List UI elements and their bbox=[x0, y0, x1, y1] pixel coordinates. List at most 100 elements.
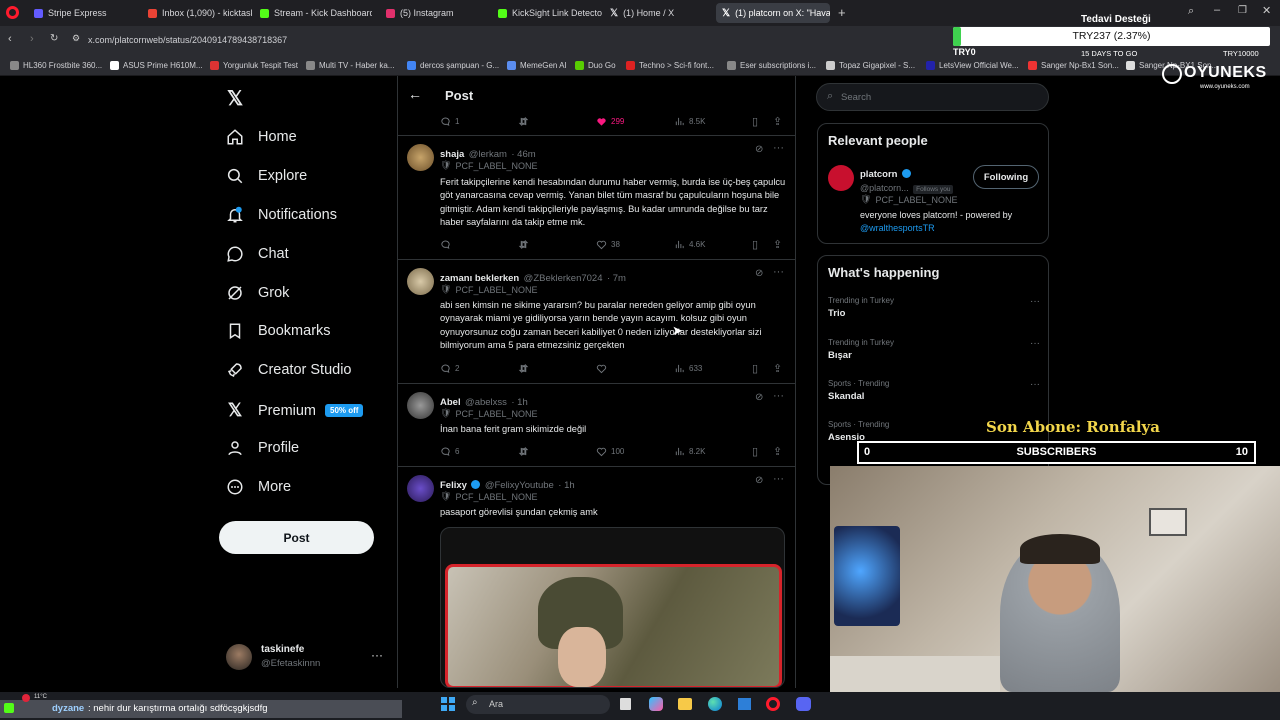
task-view-icon[interactable] bbox=[620, 698, 631, 710]
nav-notifications[interactable]: Notifications bbox=[226, 206, 337, 224]
taskbar-search[interactable]: ⌕ Ara bbox=[466, 695, 610, 714]
reply-action[interactable]: 1 bbox=[440, 116, 459, 127]
grok-icon[interactable]: ⊘ bbox=[755, 392, 763, 403]
share-icon[interactable]: ⇪ bbox=[773, 362, 782, 375]
account-switcher[interactable]: taskinefe @Efetaskinnn ··· bbox=[226, 642, 386, 674]
nav-chat[interactable]: Chat bbox=[226, 245, 289, 263]
bookmark-item[interactable]: Techno > Sci-fi font... bbox=[626, 57, 714, 73]
site-info-icon[interactable]: ⚙ bbox=[72, 33, 80, 44]
discord-icon[interactable] bbox=[796, 697, 811, 711]
grok-icon[interactable]: ⊘ bbox=[755, 268, 763, 279]
edge-icon[interactable] bbox=[708, 697, 722, 711]
more-dots-icon[interactable]: ··· bbox=[773, 390, 784, 402]
trend-item[interactable]: Trending in Turkey Trio ··· bbox=[828, 296, 1040, 326]
opera-logo-icon[interactable] bbox=[6, 6, 19, 19]
bookmark-item[interactable]: ASUS Prime H610M... bbox=[110, 57, 203, 73]
trend-item[interactable]: Trending in Turkey Bışar ··· bbox=[828, 338, 1040, 368]
reply-action[interactable]: 2 bbox=[440, 363, 459, 374]
nav-bookmarks[interactable]: Bookmarks bbox=[226, 322, 331, 340]
bookmark-item[interactable]: HL360 Frostbite 360... bbox=[10, 57, 102, 73]
reply-action[interactable] bbox=[440, 239, 455, 250]
store-icon[interactable] bbox=[738, 698, 751, 710]
nav-more[interactable]: More bbox=[226, 478, 291, 496]
like-action[interactable]: 38 bbox=[596, 239, 620, 250]
start-button-icon[interactable] bbox=[441, 697, 455, 711]
bookmark-item[interactable]: Eser subscriptions i... bbox=[727, 57, 816, 73]
bookmark-item[interactable]: Multi TV - Haber ka... bbox=[306, 57, 394, 73]
more-dots-icon[interactable]: ··· bbox=[773, 266, 784, 278]
back-arrow-icon[interactable]: ← bbox=[408, 86, 422, 102]
page-title: Post bbox=[445, 88, 474, 103]
avatar bbox=[407, 392, 434, 419]
tab-label: Stream - Kick Dashboard bbox=[274, 8, 372, 18]
more-dots-icon[interactable]: ··· bbox=[773, 473, 784, 485]
person-bio-link[interactable]: @wralthesportsTR bbox=[860, 223, 935, 233]
repost-icon bbox=[518, 446, 529, 456]
views-action[interactable]: 633 bbox=[674, 363, 702, 374]
reply-post[interactable]: Felixy @FelixyYoutube · 1h ⊘ ··· 🛡 PCF_LA… bbox=[397, 467, 796, 688]
share-icon[interactable]: ⇪ bbox=[773, 238, 782, 251]
tab-home-x[interactable]: 𝕏 (1) Home / X bbox=[604, 3, 712, 23]
grok-icon[interactable]: ⊘ bbox=[755, 475, 763, 486]
copilot-icon[interactable] bbox=[649, 697, 663, 711]
post-button[interactable]: Post bbox=[219, 521, 374, 554]
x-logo-icon[interactable]: 𝕏 bbox=[227, 86, 243, 111]
bookmark-action-icon[interactable]: ▯ bbox=[752, 115, 758, 128]
more-dots-icon[interactable]: ··· bbox=[773, 142, 784, 154]
views-action[interactable]: 8.2K bbox=[674, 446, 705, 457]
nav-explore[interactable]: Explore bbox=[226, 167, 307, 185]
repost-icon bbox=[518, 239, 529, 249]
search-bar[interactable]: ⌕ Search bbox=[816, 83, 1049, 111]
avatar[interactable] bbox=[828, 165, 854, 191]
repost-action[interactable] bbox=[518, 239, 529, 250]
avatar bbox=[407, 268, 434, 295]
like-action[interactable] bbox=[596, 363, 611, 374]
opera-taskbar-icon[interactable] bbox=[766, 697, 780, 711]
nav-premium[interactable]: 𝕏 Premium 50% off bbox=[226, 400, 364, 421]
tab-stripe[interactable]: Stripe Express bbox=[28, 3, 140, 23]
repost-action[interactable] bbox=[518, 116, 529, 127]
bookmark-action-icon[interactable]: ▯ bbox=[752, 238, 758, 251]
bookmark-action-icon[interactable]: ▯ bbox=[752, 362, 758, 375]
file-explorer-icon[interactable] bbox=[678, 698, 692, 710]
trend-item[interactable]: Sports · Trending Skandal ··· bbox=[828, 379, 1040, 409]
tab-instagram[interactable]: (5) Instagram bbox=[380, 3, 490, 23]
nav-home[interactable]: Home bbox=[226, 128, 297, 146]
nav-grok[interactable]: Grok bbox=[226, 284, 289, 302]
more-dots-icon[interactable]: ··· bbox=[1030, 379, 1040, 390]
bookmark-item[interactable]: dercos şampuan - G... bbox=[407, 57, 499, 73]
like-action[interactable]: 100 bbox=[596, 446, 624, 457]
repost-action[interactable] bbox=[518, 363, 529, 374]
tab-kick-dashboard[interactable]: Stream - Kick Dashboard bbox=[254, 3, 372, 23]
share-icon[interactable]: ⇪ bbox=[773, 445, 782, 458]
like-action[interactable]: 299 bbox=[596, 116, 624, 127]
views-action[interactable]: 8.5K bbox=[674, 116, 705, 127]
bookmark-label: Techno > Sci-fi font... bbox=[639, 60, 714, 70]
reply-action[interactable]: 6 bbox=[440, 446, 459, 457]
bookmark-action-icon[interactable]: ▯ bbox=[752, 445, 758, 458]
post-media[interactable] bbox=[440, 527, 785, 688]
repost-action[interactable] bbox=[518, 446, 529, 457]
forward-icon[interactable]: › bbox=[30, 33, 34, 45]
views-action[interactable]: 4.6K bbox=[674, 239, 705, 250]
grok-icon[interactable]: ⊘ bbox=[755, 144, 763, 155]
url-field[interactable]: x.com/platcornweb/status/204091478943871… bbox=[88, 31, 948, 49]
new-tab-icon[interactable]: + bbox=[838, 5, 846, 20]
nav-creator-studio[interactable]: Creator Studio bbox=[226, 361, 352, 379]
reload-icon[interactable]: ↻ bbox=[50, 33, 58, 44]
bookmark-item[interactable]: Duo Go bbox=[575, 57, 616, 73]
bookmark-item[interactable]: Yorgunluk Tespit Test bbox=[210, 57, 298, 73]
more-dots-icon[interactable]: ··· bbox=[1030, 338, 1040, 349]
back-icon[interactable]: ‹ bbox=[8, 33, 12, 45]
nav-profile[interactable]: Profile bbox=[226, 439, 299, 457]
tab-kicksight[interactable]: KickSight Link Detector bbox=[492, 3, 602, 23]
tab-inbox[interactable]: Inbox (1,090) - kicktaskin bbox=[142, 3, 252, 23]
bookmark-item[interactable]: MemeGen AI bbox=[507, 57, 567, 73]
like-count: 38 bbox=[611, 239, 620, 249]
tab-platcorn-post[interactable]: 𝕏 (1) platcorn on X: "Havaal bbox=[716, 3, 830, 23]
bookmark-item[interactable]: Topaz Gigapixel - S... bbox=[826, 57, 915, 73]
share-icon[interactable]: ⇪ bbox=[773, 115, 782, 128]
following-button[interactable]: Following bbox=[973, 165, 1039, 189]
search-icon bbox=[227, 168, 243, 184]
more-dots-icon[interactable]: ··· bbox=[1030, 296, 1040, 307]
